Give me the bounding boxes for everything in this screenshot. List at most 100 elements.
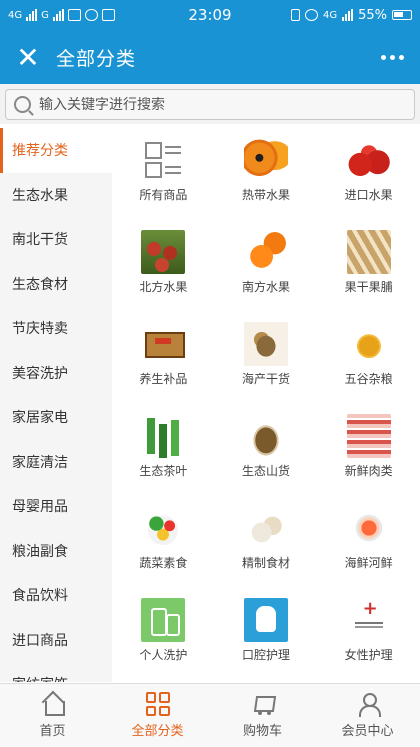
network-type-label-2: G — [41, 9, 49, 21]
grid-item[interactable]: 精制食材 — [218, 496, 314, 588]
grid-item[interactable]: 进口水果 — [321, 128, 417, 220]
grid-item[interactable]: 果干果脯 — [321, 220, 417, 312]
sidebar-item-dried-goods[interactable]: 南北干货 — [0, 217, 112, 262]
sidebar-item-home-appliances[interactable]: 家居家电 — [0, 395, 112, 440]
search-icon — [14, 96, 31, 113]
grid-item-label: 海产干货 — [241, 372, 290, 386]
sidebar-item-baby[interactable]: 母婴用品 — [0, 484, 112, 529]
sidebar-item-food-drinks[interactable]: 食品饮料 — [0, 573, 112, 618]
cart-icon — [251, 692, 275, 716]
grid-item[interactable]: 养生补品 — [115, 312, 211, 404]
tab-label: 全部分类 — [131, 724, 184, 739]
close-button[interactable]: ✕ — [0, 30, 56, 84]
tab-member-center[interactable]: 会员中心 — [315, 684, 420, 747]
signal-icon — [26, 9, 38, 21]
notification-icon — [101, 9, 115, 21]
grid-item-label: 养生补品 — [139, 372, 188, 386]
network-type-label-3: 4G — [322, 9, 338, 21]
title-bar: ✕ 全部分类 — [0, 30, 420, 84]
grid-item[interactable]: 海产干货 — [218, 312, 314, 404]
search-bar — [0, 84, 420, 124]
fresh-meat-image — [346, 414, 391, 458]
grains-image — [346, 322, 391, 366]
vegetables-image — [141, 506, 186, 550]
grid-item-label: 进口水果 — [344, 188, 393, 202]
screen: 4G G 23:09 4G 55% ✕ 全部分类 输入关键字进行搜索 推荐分类 … — [0, 0, 420, 747]
wechat-icon — [84, 9, 98, 21]
grid-item-label: 精制食材 — [241, 556, 290, 570]
grid-item-label: 蔬菜素食 — [139, 556, 188, 570]
grid-item[interactable]: 五谷杂粮 — [321, 312, 417, 404]
feminine-care-image — [346, 598, 391, 642]
oral-care-image — [243, 598, 288, 642]
tab-cart[interactable]: 购物车 — [210, 684, 315, 747]
status-bar: 4G G 23:09 4G 55% — [0, 0, 420, 30]
grid-item[interactable]: 北方水果 — [115, 220, 211, 312]
user-icon — [356, 692, 381, 717]
sidebar-item-festival-sale[interactable]: 节庆特卖 — [0, 306, 112, 351]
category-grid: 所有商品 热带水果 进口水果 北方水果 南方水果 果干果脯 养生补品 海产干货 — [112, 128, 420, 682]
grid-item[interactable]: 海鲜河鲜 — [321, 496, 417, 588]
grid-item[interactable]: 新鲜肉类 — [321, 404, 417, 496]
sidebar-item-eco-fruit[interactable]: 生态水果 — [0, 173, 112, 218]
sidebar-item-home-textiles[interactable]: 家纺家饰 — [0, 662, 112, 682]
grid-item[interactable]: 南方水果 — [218, 220, 314, 312]
sidebar-item-beauty-care[interactable]: 美容洗护 — [0, 351, 112, 396]
northern-fruit-image — [141, 230, 186, 274]
grid-item[interactable]: 蔬菜素食 — [115, 496, 211, 588]
all-products-icon — [141, 138, 185, 182]
bottom-tab-bar: 首页 全部分类 购物车 会员中心 — [0, 683, 420, 747]
grid-item-label: 热带水果 — [241, 188, 290, 202]
grid-item[interactable]: 热带水果 — [218, 128, 314, 220]
grid-item-label: 海鲜河鲜 — [344, 556, 393, 570]
battery-icon — [392, 10, 412, 20]
grid-item[interactable]: 女性护理 — [321, 588, 417, 680]
grid-item-label: 口腔护理 — [241, 648, 290, 662]
dried-fruit-image — [346, 230, 391, 274]
tropical-fruit-image — [243, 138, 288, 182]
signal-icon-3 — [342, 9, 354, 21]
tab-home[interactable]: 首页 — [0, 684, 105, 747]
more-dot — [399, 54, 404, 60]
tab-all-categories[interactable]: 全部分类 — [105, 684, 210, 747]
health-supplement-image — [141, 322, 186, 366]
clock: 23:09 — [188, 6, 232, 24]
alarm-icon — [304, 9, 318, 21]
close-icon: ✕ — [16, 40, 40, 74]
search-box[interactable] — [5, 89, 415, 120]
grid-item-label: 所有商品 — [139, 188, 188, 202]
more-dots-icon — [381, 54, 386, 60]
sidebar-item-grain-oil[interactable]: 粮油副食 — [0, 529, 112, 574]
more-dot — [390, 54, 395, 60]
sidebar-item-imported[interactable]: 进口商品 — [0, 618, 112, 663]
tab-label: 购物车 — [242, 724, 282, 739]
status-right: 4G 55% — [252, 8, 412, 23]
sidebar-item-home-cleaning[interactable]: 家庭清洁 — [0, 440, 112, 485]
home-icon — [41, 692, 65, 716]
southern-fruit-image — [243, 230, 288, 274]
signal-icon-2 — [52, 9, 64, 21]
grid-item[interactable]: 个人洗护 — [115, 588, 211, 680]
status-left: 4G G — [8, 9, 168, 21]
category-sidebar: 推荐分类 生态水果 南北干货 生态食材 节庆特卖 美容洗护 家居家电 家庭清洁 … — [0, 128, 112, 682]
grid-item[interactable]: 口腔护理 — [218, 588, 314, 680]
tab-label: 首页 — [39, 724, 66, 739]
more-menu-button[interactable] — [381, 48, 404, 66]
grid-item[interactable]: 生态山货 — [218, 404, 314, 496]
mountain-goods-image — [243, 414, 288, 458]
sidebar-item-recommended[interactable]: 推荐分类 — [0, 128, 112, 173]
refined-ingredients-image — [243, 506, 288, 550]
grid-item[interactable]: 生态茶叶 — [115, 404, 211, 496]
sidebar-item-eco-ingredients[interactable]: 生态食材 — [0, 262, 112, 307]
search-input[interactable] — [39, 96, 399, 113]
grid-item-label: 南方水果 — [241, 280, 290, 294]
network-type-label: 4G — [8, 9, 23, 21]
grid-item-label: 生态茶叶 — [139, 464, 188, 478]
grid-item[interactable]: 所有商品 — [115, 128, 211, 220]
mail-icon — [67, 9, 81, 21]
tab-label: 会员中心 — [341, 724, 394, 739]
seafood-image — [346, 506, 391, 550]
vibrate-icon — [290, 9, 300, 21]
grid-item-label: 女性护理 — [344, 648, 393, 662]
battery-percent: 55% — [358, 7, 387, 23]
